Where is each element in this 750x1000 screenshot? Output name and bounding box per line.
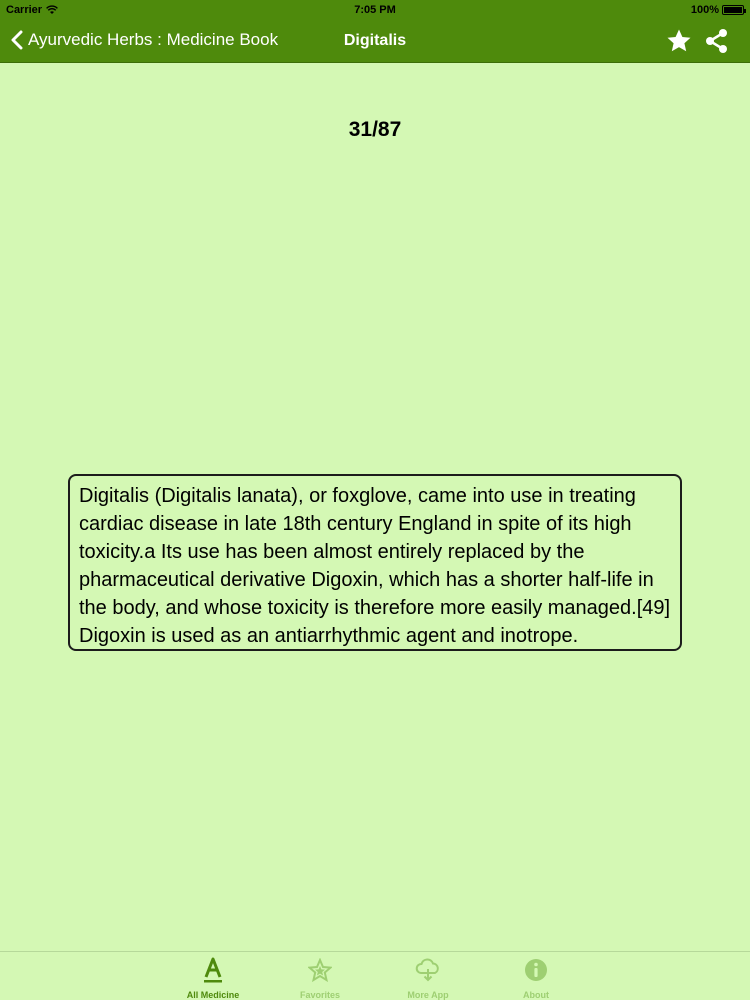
battery-label: 100% xyxy=(690,4,719,16)
info-icon xyxy=(525,959,547,981)
battery-icon xyxy=(722,5,746,15)
tab-all-medicine-label: All Medicine xyxy=(186,990,240,1000)
medicine-description-text: Digitalis (Digitalis lanata), or foxglov… xyxy=(79,485,671,647)
cloud-download-icon xyxy=(415,958,439,982)
medicine-description-box[interactable]: Digitalis (Digitalis lanata), or foxglov… xyxy=(68,474,682,651)
letter-a-icon xyxy=(204,957,222,983)
star-icon xyxy=(667,29,691,52)
share-icon xyxy=(706,29,727,53)
tab-about-label: About xyxy=(523,990,549,1000)
share-button[interactable] xyxy=(704,28,730,54)
battery-indicator: 100% xyxy=(690,4,746,16)
back-button[interactable]: Ayurvedic Herbs : Medicine Book xyxy=(10,30,278,50)
tab-bar: All Medicine Favorites More App About xyxy=(0,951,750,1000)
status-bar: Carrier 7:05 PM 100% xyxy=(0,0,750,20)
tab-favorites[interactable]: Favorites xyxy=(260,956,380,1000)
page-title: Digitalis xyxy=(343,32,407,49)
back-button-label: Ayurvedic Herbs : Medicine Book xyxy=(28,30,279,49)
tab-more-app-label: More App xyxy=(407,990,449,1000)
tab-more-app[interactable]: More App xyxy=(368,956,488,1000)
chevron-left-icon xyxy=(11,30,23,50)
page-counter: 31/87 xyxy=(348,118,402,141)
star-outline-icon xyxy=(308,958,332,982)
status-time: 7:05 PM xyxy=(354,4,396,16)
favorite-button[interactable] xyxy=(666,28,692,54)
tab-all-medicine[interactable]: All Medicine xyxy=(153,956,273,1000)
navigation-bar: Ayurvedic Herbs : Medicine Book Digitali… xyxy=(0,20,750,63)
tab-favorites-label: Favorites xyxy=(299,990,341,1000)
tab-about[interactable]: About xyxy=(476,956,596,1000)
